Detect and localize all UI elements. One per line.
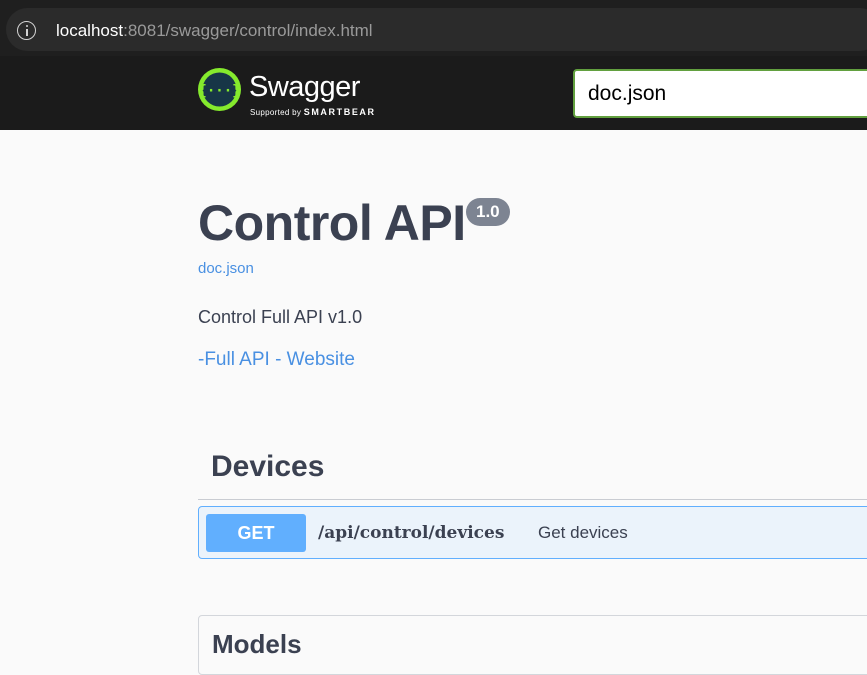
swagger-topbar: {···} Swagger Supported by SMARTBEAR doc… bbox=[0, 56, 867, 130]
operation-get-devices[interactable]: GET /api/control/devices Get devices bbox=[198, 506, 867, 559]
logo-tagline-prefix: Supported by bbox=[250, 108, 304, 117]
operation-path: /api/control/devices bbox=[318, 523, 505, 543]
browser-address-bar: localhost:8081/swagger/control/index.htm… bbox=[0, 0, 867, 56]
operation-summary: Get devices bbox=[538, 523, 628, 542]
url-host: localhost bbox=[56, 21, 124, 40]
method-badge-get: GET bbox=[206, 514, 306, 552]
version-badge: 1.0 bbox=[466, 198, 510, 226]
site-info-icon[interactable] bbox=[17, 21, 36, 40]
logo-glyph: {···} bbox=[198, 83, 240, 99]
address-url[interactable]: localhost:8081/swagger/control/index.htm… bbox=[56, 20, 373, 42]
api-title: Control API bbox=[198, 195, 466, 251]
logo-tagline-brand: SMARTBEAR bbox=[303, 107, 376, 117]
spec-link[interactable]: doc.json bbox=[198, 259, 254, 279]
logo-tagline: Supported by SMARTBEAR bbox=[250, 107, 376, 118]
logo-wordmark[interactable]: Swagger bbox=[249, 70, 360, 104]
swagger-logo-icon[interactable]: {···} bbox=[198, 68, 241, 111]
website-link[interactable]: -Full API - Website bbox=[198, 348, 355, 372]
tag-divider bbox=[198, 499, 867, 500]
tag-devices-header[interactable]: Devices bbox=[211, 448, 324, 486]
spec-url-input[interactable]: doc.json bbox=[573, 69, 867, 118]
models-section[interactable]: Models bbox=[198, 615, 867, 675]
api-description: Control Full API v1.0 bbox=[198, 307, 363, 327]
url-path: :8081/swagger/control/index.html bbox=[123, 21, 373, 40]
models-title: Models bbox=[212, 629, 302, 659]
